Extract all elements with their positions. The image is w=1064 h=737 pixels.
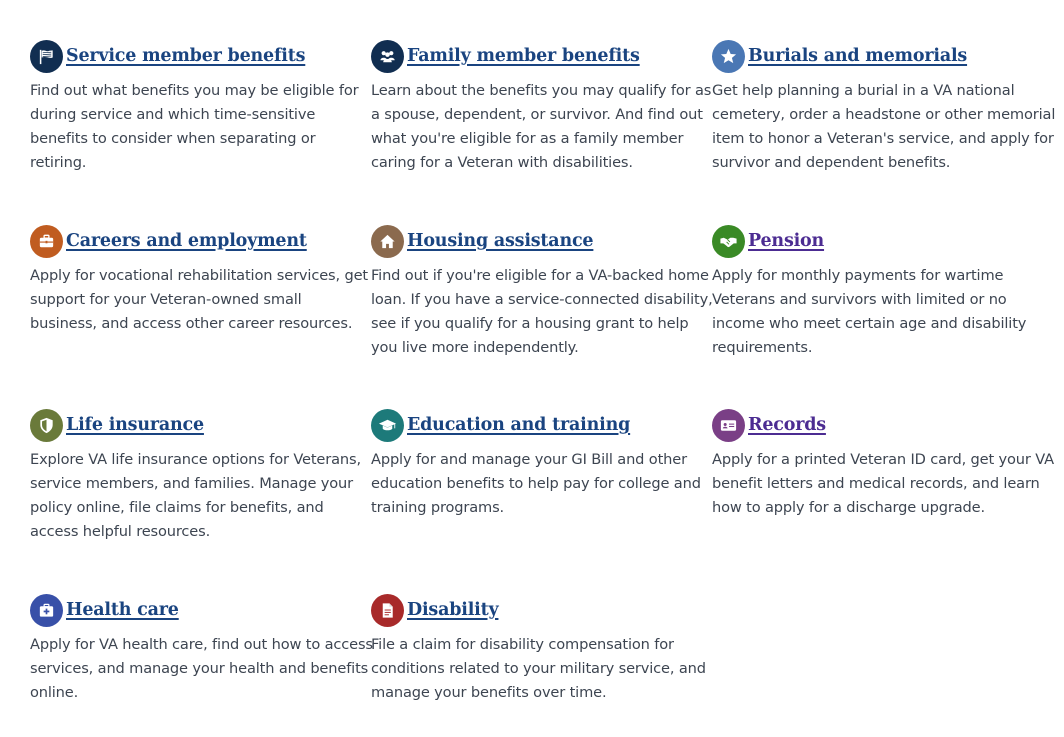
benefit-card-life-insurance: Life insurance Explore VA life insurance… [30, 408, 361, 544]
document-icon [371, 593, 404, 627]
records-link[interactable]: Records [748, 415, 826, 435]
id-card-icon [712, 408, 745, 442]
benefit-card-housing: Housing assistance Find out if you're el… [371, 224, 713, 360]
education-and-training-description: Apply for and manage your GI Bill and ot… [371, 451, 701, 516]
home-icon [371, 224, 404, 258]
graduation-cap-icon [371, 408, 404, 442]
pension-link[interactable]: Pension [748, 231, 824, 251]
briefcase-icon [30, 224, 63, 258]
benefit-card-service-member: Service member benefits Find out what be… [30, 39, 359, 175]
records-description: Apply for a printed Veteran ID card, get… [712, 451, 1054, 516]
disability-link[interactable]: Disability [407, 600, 499, 620]
medical-kit-icon [30, 593, 63, 627]
careers-and-employment-description: Apply for vocational rehabilitation serv… [30, 267, 368, 332]
service-member-benefits-description: Find out what benefits you may be eligib… [30, 82, 359, 171]
disability-description: File a claim for disability compensation… [371, 636, 706, 701]
housing-assistance-description: Find out if you're eligible for a VA-bac… [371, 267, 713, 356]
family-icon [371, 39, 404, 73]
star-icon [712, 39, 745, 73]
benefit-card-education: Education and training Apply for and man… [371, 408, 701, 520]
pension-description: Apply for monthly payments for wartime Ve… [712, 267, 1027, 356]
education-and-training-link[interactable]: Education and training [407, 415, 630, 435]
flag-icon [30, 39, 63, 73]
benefit-card-disability: Disability File a claim for disability c… [371, 593, 706, 705]
life-insurance-link[interactable]: Life insurance [66, 415, 204, 435]
benefit-card-careers: Careers and employment Apply for vocatio… [30, 224, 368, 336]
health-care-link[interactable]: Health care [66, 600, 179, 620]
burials-and-memorials-description: Get help planning a burial in a VA natio… [712, 82, 1056, 171]
life-insurance-description: Explore VA life insurance options for Ve… [30, 451, 361, 540]
benefit-card-pension: Pension Apply for monthly payments for w… [712, 224, 1032, 360]
family-member-benefits-link[interactable]: Family member benefits [407, 46, 640, 66]
health-care-description: Apply for VA health care, find out how t… [30, 636, 373, 701]
service-member-benefits-link[interactable]: Service member benefits [66, 46, 305, 66]
housing-assistance-link[interactable]: Housing assistance [407, 231, 594, 251]
handshake-icon [712, 224, 745, 258]
benefit-card-family-member: Family member benefits Learn about the b… [371, 39, 712, 175]
benefit-card-burials: Burials and memorials Get help planning … [712, 39, 1056, 175]
benefit-card-health-care: Health care Apply for VA health care, fi… [30, 593, 373, 705]
careers-and-employment-link[interactable]: Careers and employment [66, 231, 307, 251]
burials-and-memorials-link[interactable]: Burials and memorials [748, 46, 967, 66]
benefit-card-records: Records Apply for a printed Veteran ID c… [712, 408, 1054, 520]
shield-icon [30, 408, 63, 442]
family-member-benefits-description: Learn about the benefits you may qualify… [371, 82, 712, 171]
